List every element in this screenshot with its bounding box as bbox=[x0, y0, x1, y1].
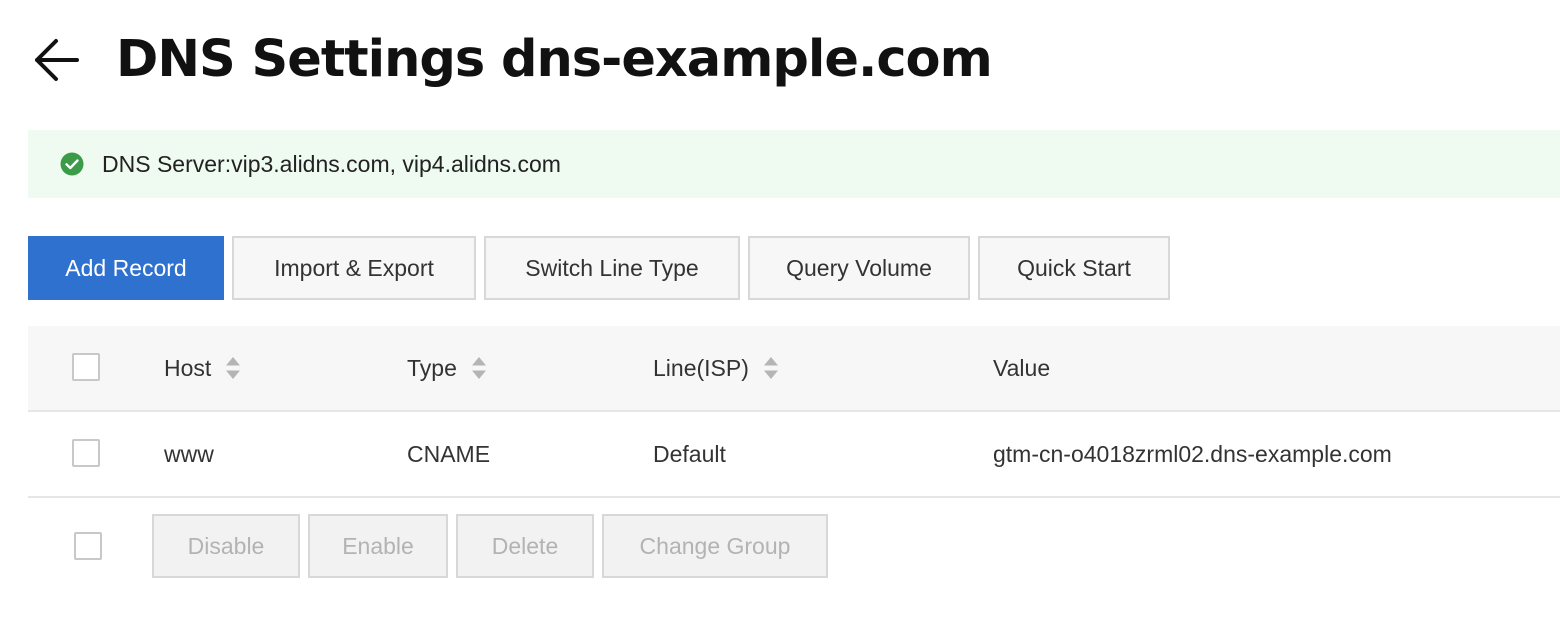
batch-select-checkbox[interactable] bbox=[74, 532, 102, 560]
cell-value: gtm-cn-o4018zrml02.dns-example.com bbox=[993, 440, 1392, 467]
column-line-label: Line(ISP) bbox=[653, 354, 749, 381]
sort-icon[interactable] bbox=[763, 355, 779, 381]
disable-button[interactable]: Disable bbox=[152, 514, 300, 578]
dns-server-notice: DNS Server:vip3.alidns.com, vip4.alidns.… bbox=[28, 130, 1560, 198]
table-row: www CNAME Default gtm-cn-o4018zrml02.dns… bbox=[28, 412, 1560, 498]
column-value-label: Value bbox=[993, 354, 1051, 381]
select-all-checkbox[interactable] bbox=[72, 353, 100, 381]
add-record-button[interactable]: Add Record bbox=[28, 236, 224, 300]
notice-text: DNS Server:vip3.alidns.com, vip4.alidns.… bbox=[102, 150, 561, 177]
sort-icon[interactable] bbox=[471, 355, 487, 381]
cell-host: www bbox=[164, 440, 214, 467]
delete-button[interactable]: Delete bbox=[456, 514, 594, 578]
column-type[interactable]: Type bbox=[407, 326, 487, 410]
page-title: DNS Settings dns-example.com bbox=[116, 30, 993, 89]
column-value: Value bbox=[993, 326, 1050, 410]
column-line[interactable]: Line(ISP) bbox=[653, 326, 779, 410]
batch-actions-bar: Disable Enable Delete Change Group bbox=[28, 514, 1560, 578]
enable-button[interactable]: Enable bbox=[308, 514, 448, 578]
table-header: Host Type Line(ISP) Value bbox=[28, 326, 1560, 412]
switch-line-type-button[interactable]: Switch Line Type bbox=[484, 236, 740, 300]
column-host-label: Host bbox=[164, 354, 212, 381]
change-group-button[interactable]: Change Group bbox=[602, 514, 828, 578]
row-checkbox[interactable] bbox=[72, 439, 100, 467]
cell-line: Default bbox=[653, 440, 726, 467]
import-export-button[interactable]: Import & Export bbox=[232, 236, 476, 300]
page-header: DNS Settings dns-example.com bbox=[28, 22, 993, 98]
check-circle-icon bbox=[60, 152, 84, 176]
quick-start-button[interactable]: Quick Start bbox=[978, 236, 1170, 300]
column-type-label: Type bbox=[407, 354, 457, 381]
cell-type: CNAME bbox=[407, 440, 491, 467]
dns-records-table: Host Type Line(ISP) Value www CNAME Defa… bbox=[28, 326, 1560, 498]
sort-icon[interactable] bbox=[225, 355, 241, 381]
column-host[interactable]: Host bbox=[164, 326, 241, 410]
query-volume-button[interactable]: Query Volume bbox=[748, 236, 970, 300]
arrow-left-icon[interactable] bbox=[28, 32, 84, 88]
